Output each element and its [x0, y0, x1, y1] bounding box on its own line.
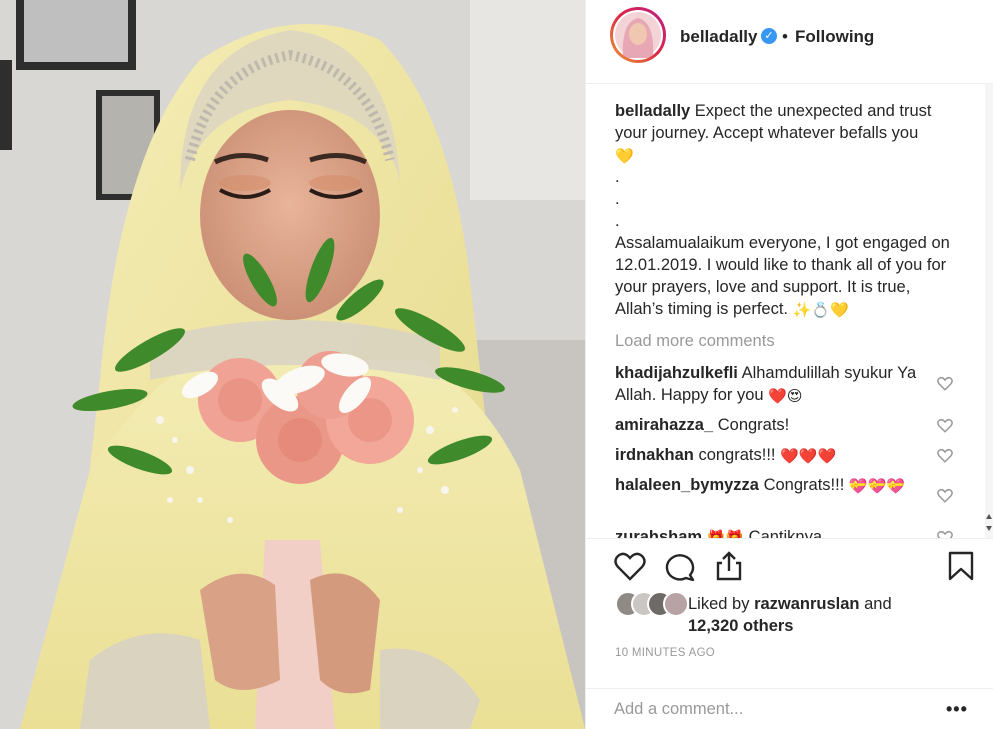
header-separator: •	[782, 27, 788, 46]
comment-username[interactable]: irdnakhan	[615, 446, 694, 464]
share-icon[interactable]	[714, 551, 744, 581]
comment-item: khadijahzulkefli Alhamdulillah syukur Ya…	[615, 362, 935, 406]
comment-username[interactable]: halaleen_bymyzza	[615, 476, 759, 494]
liked-by-text: Liked by razwanruslan and 12,320 others	[688, 593, 948, 637]
avatar-image	[615, 12, 661, 58]
yellow-heart-emoji: 💛	[615, 148, 634, 165]
heart-outline-icon[interactable]	[614, 551, 646, 581]
comment-username[interactable]: khadijahzulkefli	[615, 364, 738, 382]
comment-like-heart-icon[interactable]	[936, 486, 954, 504]
avatar[interactable]	[613, 10, 663, 60]
add-comment-input[interactable]	[612, 693, 916, 725]
liked-by-others[interactable]: 12,320 others	[688, 617, 793, 635]
caption-username[interactable]: belladally	[615, 102, 690, 120]
header-username[interactable]: belladally	[680, 27, 757, 47]
comment-username[interactable]: amirahazza_	[615, 416, 713, 434]
bride-bouquet-image	[0, 0, 585, 729]
comment-bubble-icon[interactable]	[664, 551, 696, 581]
comment-like-heart-icon[interactable]	[936, 528, 954, 538]
following-button[interactable]: Following	[795, 27, 874, 47]
add-comment-bar: •••	[586, 688, 993, 729]
comment-username[interactable]: zurahsham	[615, 528, 702, 538]
post-caption: belladally Expect the unexpected and tru…	[615, 100, 955, 320]
post-timestamp[interactable]: 10 MINUTES AGO	[615, 647, 715, 659]
comment-item: zurahsham 🎁🎁 Cantiknya	[615, 526, 935, 538]
scroll-up-arrow-icon[interactable]	[986, 514, 992, 519]
verified-badge-icon: ✓	[761, 28, 777, 44]
story-ring[interactable]	[610, 7, 666, 63]
sparkle-ring-heart-emoji: ✨💍💛	[792, 302, 849, 319]
comment-item: halaleen_bymyzza Congrats!!! 💝💝💝	[615, 474, 935, 496]
post-photo	[0, 0, 585, 729]
caption-dot-3: .	[615, 212, 620, 230]
comment-emoji: 🎁🎁	[707, 531, 744, 538]
caption-dot-1: .	[615, 168, 620, 186]
comment-text: Congrats!	[717, 416, 790, 434]
post-header: belladally ✓ • Following	[586, 0, 993, 84]
liked-by-user[interactable]: razwanruslan	[754, 595, 859, 613]
liked-by-and: and	[864, 595, 892, 613]
ellipsis-icon[interactable]: •••	[946, 699, 968, 720]
post-actions: Liked by razwanruslan and 12,320 others …	[586, 538, 993, 688]
comment-like-heart-icon[interactable]	[936, 446, 954, 464]
scroll-down-arrow-icon[interactable]	[986, 526, 992, 531]
comment-emoji: ❤️❤️❤️	[780, 448, 837, 465]
comment-text: Cantiknya	[748, 528, 823, 538]
avatar[interactable]	[663, 591, 689, 617]
bookmark-icon[interactable]	[948, 551, 974, 581]
comment-emoji: ❤️😍	[768, 388, 803, 405]
comment-text: congrats!!!	[698, 446, 776, 464]
caption-body: Assalamualaikum everyone, I got engaged …	[615, 234, 950, 318]
liked-by-prefix: Liked by	[688, 595, 750, 613]
comment-like-heart-icon[interactable]	[936, 416, 954, 434]
comments-scrollbar[interactable]	[985, 84, 993, 538]
caption-dot-2: .	[615, 190, 620, 208]
comment-emoji: 💝💝💝	[848, 478, 905, 495]
comments-list[interactable]: belladally Expect the unexpected and tru…	[586, 84, 993, 538]
post-side-panel: belladally ✓ • Following belladally Expe…	[585, 0, 993, 729]
comment-like-heart-icon[interactable]	[936, 374, 954, 392]
comment-item: irdnakhan congrats!!! ❤️❤️❤️	[615, 444, 935, 466]
comment-text: Congrats!!!	[763, 476, 845, 494]
comment-item: amirahazza_ Congrats!	[615, 414, 935, 436]
load-more-comments-button[interactable]: Load more comments	[615, 332, 775, 351]
